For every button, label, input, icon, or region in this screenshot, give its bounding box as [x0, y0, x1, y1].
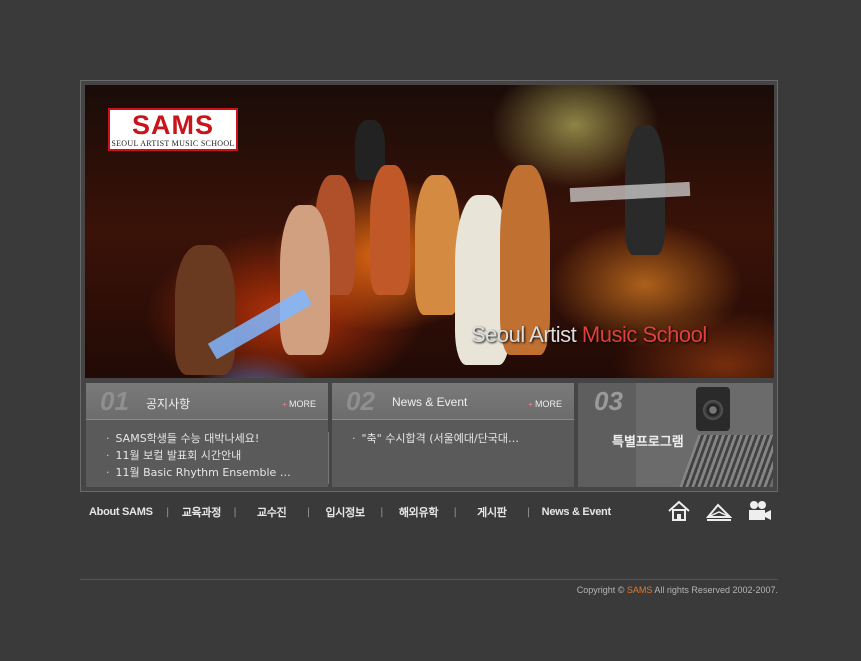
news-more-link[interactable]: MORE: [528, 399, 562, 409]
news-panel-title: News & Event: [392, 395, 468, 409]
special-panel-number: 03: [594, 386, 623, 416]
notice-panel-number: 01: [100, 386, 129, 416]
nav-separator: |: [166, 506, 170, 518]
mixer-image: [677, 435, 773, 487]
logo-text: SAMS: [131, 110, 214, 140]
nav-admissions[interactable]: 입시정보: [311, 504, 379, 520]
special-program-panel[interactable]: 03 특별프로그램: [578, 383, 773, 487]
news-panel-header: 02 News & Event MORE: [332, 383, 574, 420]
copyright-suffix: All rights Reserved 2002-2007.: [654, 585, 778, 595]
notice-panel-title: 공지사항: [146, 397, 191, 411]
video-camera-icon[interactable]: [746, 499, 772, 523]
notice-list: SAMS학생들 수능 대박나세요! 11월 보컬 발표회 시간안내 11월 Ba…: [86, 420, 328, 481]
speaker-image: [696, 387, 730, 431]
nav-separator: |: [380, 506, 384, 518]
panel-divider: [328, 432, 329, 484]
list-item[interactable]: "축" 수시합격 (서울예대/단국대…: [352, 430, 562, 447]
nav-separator: |: [306, 506, 311, 518]
main-nav: About SAMS | 교육과정 | 교수진 | 입시정보 | 해외유학 | …: [89, 503, 621, 521]
nav-board[interactable]: 게시판: [458, 504, 526, 520]
nav-news-event[interactable]: News & Event: [531, 506, 621, 518]
hero-caption-music: Music: [581, 322, 643, 347]
nav-separator: |: [453, 506, 457, 518]
list-item[interactable]: 11월 보컬 발표회 시간안내: [106, 447, 316, 464]
copyright-brand: SAMS: [626, 585, 653, 595]
nav-curriculum[interactable]: 교육과정: [170, 504, 232, 520]
notice-panel-header: 01 공지사항 MORE: [86, 383, 328, 420]
hero-caption-school: School: [642, 322, 707, 347]
hero-caption-seoul: Seoul: [471, 322, 530, 347]
copyright: Copyright © SAMS All rights Reserved 200…: [577, 585, 778, 595]
notice-more-link[interactable]: MORE: [282, 399, 316, 409]
news-panel: 02 News & Event MORE "축" 수시합격 (서울예대/단국대…: [332, 383, 574, 487]
list-item[interactable]: 11월 Basic Rhythm Ensemble …: [106, 464, 316, 481]
news-panel-number: 02: [346, 386, 375, 416]
nav-separator: |: [233, 506, 237, 518]
nav-faculty[interactable]: 교수진: [238, 504, 306, 520]
hero-banner: SAMS SEOUL ARTIST MUSIC SCHOOL Seoul Art…: [85, 85, 774, 378]
hero-caption-artist: Artist: [529, 322, 582, 347]
footer-divider: [80, 579, 778, 580]
nav-separator: |: [526, 506, 531, 518]
list-item[interactable]: SAMS학생들 수능 대박나세요!: [106, 430, 316, 447]
quick-icons: [666, 499, 786, 523]
notice-panel: 01 공지사항 MORE SAMS학생들 수능 대박나세요! 11월 보컬 발표…: [86, 383, 328, 487]
nav-about-sams[interactable]: About SAMS: [89, 506, 165, 518]
hero-caption: Seoul Artist Music School: [471, 322, 707, 348]
nav-study-abroad[interactable]: 해외유학: [385, 504, 453, 520]
home-icon[interactable]: [666, 499, 692, 523]
logo-subtitle: SEOUL ARTIST MUSIC SCHOOL: [111, 139, 235, 148]
news-list: "축" 수시합격 (서울예대/단국대…: [332, 420, 574, 447]
special-program-title[interactable]: 특별프로그램: [612, 431, 684, 450]
copyright-prefix: Copyright ©: [576, 585, 625, 595]
sams-logo[interactable]: SAMS SEOUL ARTIST MUSIC SCHOOL: [108, 108, 238, 151]
mail-icon[interactable]: [705, 499, 733, 523]
